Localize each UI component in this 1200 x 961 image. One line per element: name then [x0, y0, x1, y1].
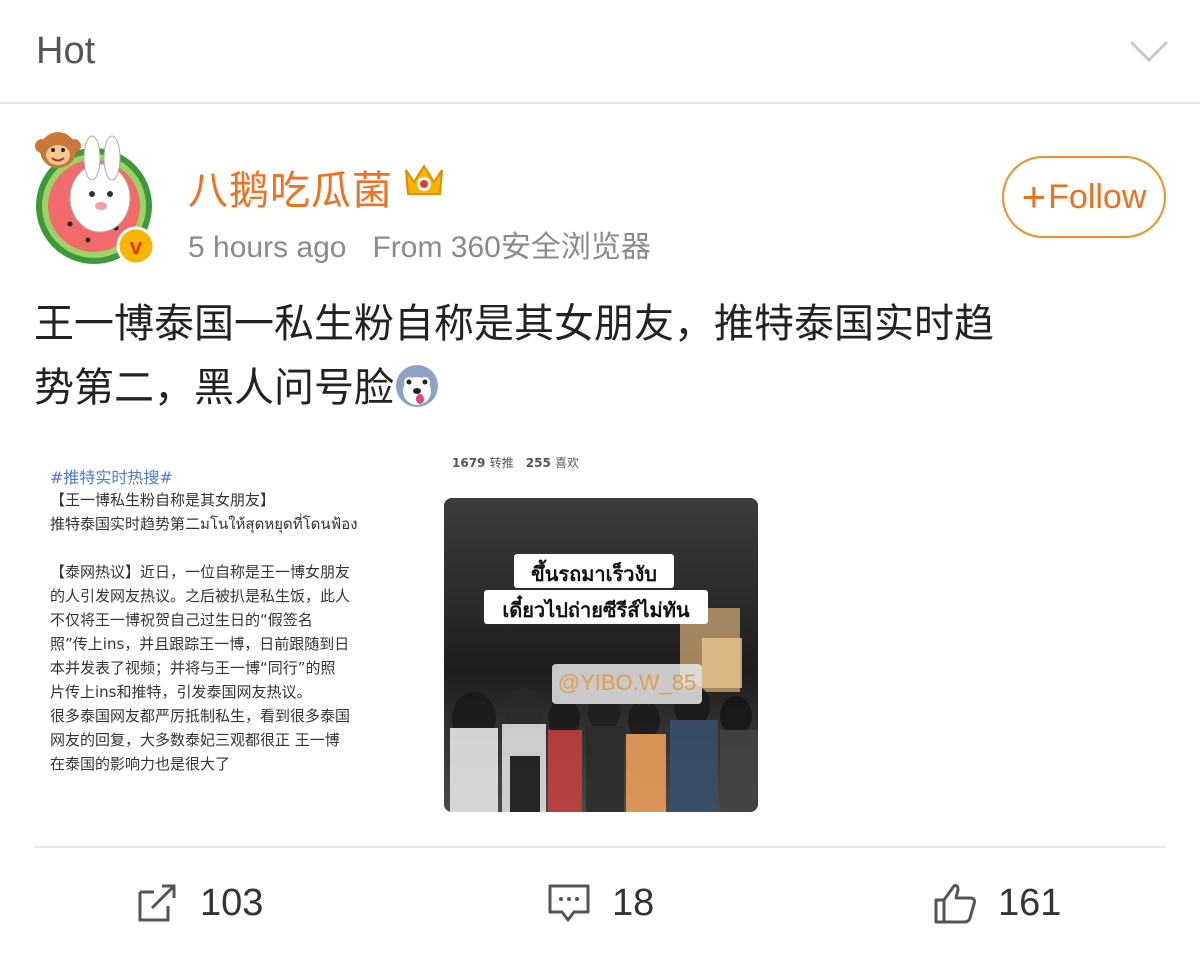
post-text-line2-content: 势第二，黑人问号脸 [34, 365, 394, 411]
image-text-line: 网友的回复，大多数泰妃三观都很正 王一博 [50, 731, 340, 749]
tweet-stats: 1679 转推 255 喜欢 [452, 454, 587, 471]
like-label-image: 喜欢 [555, 456, 580, 470]
like-count-image: 255 [525, 456, 551, 470]
post-text-line-2: 势第二，黑人问号脸 [34, 356, 1164, 420]
post-image-right[interactable]: 1679 转推 255 喜欢 ขึ้นรถมาเร็วงับ เดี๋ยวไปถ… [440, 440, 760, 812]
like-count: 161 [998, 881, 1062, 924]
post-text: 王一博泰国一私生粉自称是其女朋友，推特泰国实时趋 势第二，黑人问号脸 [34, 292, 1164, 420]
retweet-count: 1679 [452, 456, 486, 470]
post-meta: 5 hours ago From 360安全浏览器 [188, 222, 651, 266]
image-text-line: 很多泰国网友都严厉抵制私生，看到很多泰国 [50, 707, 351, 725]
thumbs-up-icon [934, 884, 976, 924]
image-text-line: 不仅将王一博祝贺自己过生日的“假签名 [50, 611, 313, 629]
comment-icon [548, 884, 590, 922]
post-text-line: 王一博泰国一私生粉自称是其女朋友，推特泰国实时趋 [34, 301, 994, 347]
follow-label: Follow [1048, 177, 1147, 216]
divider [34, 846, 1166, 848]
top-header: Hot [0, 0, 1200, 104]
post-image-left[interactable]: #推特实时热搜# 【王一博私生粉自称是其女朋友】 推特泰国实时趋势第二มโนให… [30, 440, 420, 812]
plus-icon: + [1021, 173, 1047, 220]
image-text-line: 【泰网热议】近日，一位自称是王一博女朋友 [50, 563, 351, 581]
comment-count: 18 [612, 881, 655, 924]
avatar[interactable]: v [30, 128, 158, 268]
username[interactable]: 八鹅吃瓜菌 [188, 158, 393, 216]
image-text-line: 【王一博私生粉自称是其女朋友】 [50, 491, 276, 509]
like-button[interactable]: 161 [932, 876, 1061, 930]
chevron-down-icon[interactable] [1128, 36, 1170, 66]
post-source: From 360安全浏览器 [372, 231, 651, 264]
image-text-line: 本并发表了视频；并将与王一博“同行”的照 [50, 659, 336, 677]
video-caption-line2: เดี๋ยวไปถ่ายซีรีส์ไม่ทัน [502, 598, 690, 622]
svg-text:v: v [130, 234, 143, 259]
image-hashtag: #推特实时热搜# [50, 468, 173, 487]
video-caption-line1: ขึ้นรถมาเร็วงับ [531, 562, 657, 586]
image-text-line: 片传上ins和推特，引发泰国网友热议。 [50, 683, 312, 701]
video-handle: @YIBO.W_85 [557, 670, 697, 695]
retweet-label: 转推 [489, 456, 514, 470]
repost-count: 103 [200, 881, 264, 924]
image-text-line: 在泰国的影响力也是很大了 [50, 755, 231, 773]
crown-vip-icon [405, 164, 443, 195]
header-title: Hot [36, 30, 96, 72]
follow-button[interactable]: + Follow [1002, 156, 1166, 238]
video-frame: ขึ้นรถมาเร็วงับ เดี๋ยวไปถ่ายซีรีส์ไม่ทัน… [444, 498, 758, 812]
husky-emoji-icon [396, 365, 438, 407]
image-text-line: 的人引发网友热议。之后被扒是私生饭，此人 [50, 587, 351, 605]
timestamp: 5 hours ago [188, 231, 347, 264]
image-text-line: 照”传上ins，并且跟踪王一博，日前跟随到日 [50, 635, 350, 653]
video-scene-image [444, 498, 758, 812]
comment-button[interactable]: 18 [546, 876, 654, 930]
image-text-line: 推特泰国实时趋势第二มโนให้สุดหยุดที่โดนฟ้อง [50, 515, 358, 533]
repost-icon [138, 884, 176, 922]
repost-button[interactable]: 103 [134, 876, 263, 930]
